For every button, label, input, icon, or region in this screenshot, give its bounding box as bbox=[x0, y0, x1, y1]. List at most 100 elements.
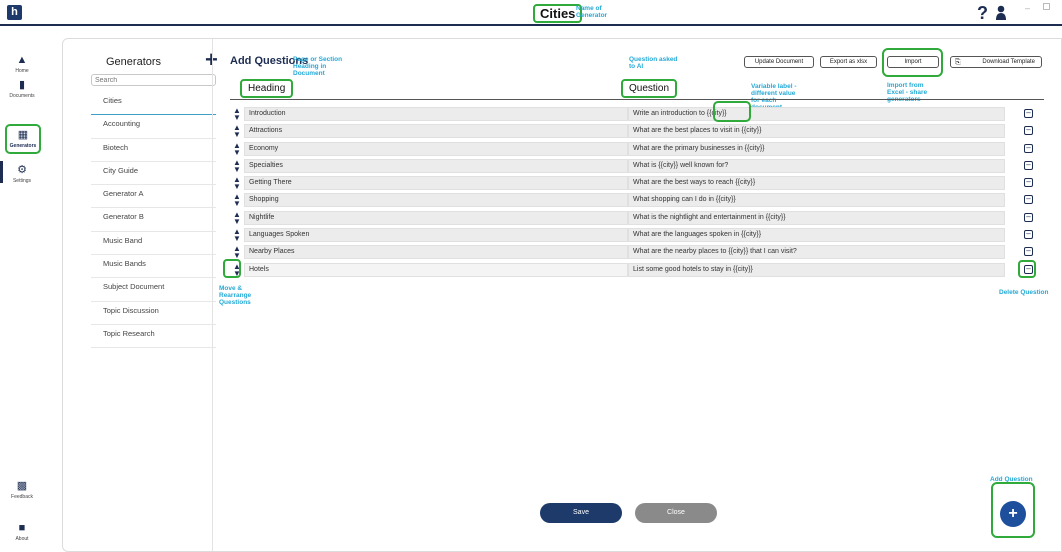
heading-cell[interactable]: Attractions bbox=[244, 124, 628, 139]
download-icon: ⎘ bbox=[955, 59, 961, 66]
heading-cell[interactable]: Hotels bbox=[244, 262, 628, 277]
question-cell[interactable]: What is {{city}} well known for? bbox=[628, 158, 1005, 173]
delete-question-button[interactable]: – bbox=[1024, 195, 1033, 205]
move-handle-icon[interactable]: ▲ ▼ bbox=[232, 193, 242, 208]
move-handle-icon[interactable]: ▲ ▼ bbox=[232, 141, 242, 156]
move-handle-icon[interactable]: ▲ ▼ bbox=[232, 124, 242, 139]
question-row: ▲ ▼ Specialties What is {{city}} well kno… bbox=[232, 158, 1048, 175]
generator-item[interactable]: Music Bands bbox=[91, 255, 216, 279]
question-cell[interactable]: List some good hotels to stay in {{city}… bbox=[628, 262, 1005, 277]
nav-feedback[interactable]: ▩ Feedback bbox=[0, 480, 44, 500]
generator-item[interactable]: City Guide bbox=[91, 162, 216, 186]
generator-title: Cities bbox=[533, 4, 583, 23]
question-cell[interactable]: What are the best places to visit in {{c… bbox=[628, 124, 1005, 139]
heading-cell[interactable]: Introduction bbox=[244, 107, 628, 121]
question-cell[interactable]: What is the nightlight and entertainment… bbox=[628, 210, 1005, 225]
delete-annotation: Delete Question bbox=[999, 289, 1049, 296]
question-row: ▲ ▼ Attractions What are the best places … bbox=[232, 123, 1048, 140]
nav-settings[interactable]: ⚙ Settings bbox=[0, 164, 44, 184]
question-annotation: Question asked to AI bbox=[629, 56, 678, 70]
heading-cell[interactable]: Getting There bbox=[244, 176, 628, 191]
header-divider bbox=[230, 99, 1044, 100]
nav-settings-label: Settings bbox=[12, 178, 32, 184]
generator-item[interactable]: Accounting bbox=[91, 115, 216, 139]
delete-question-button[interactable]: – bbox=[1024, 160, 1033, 170]
generator-item[interactable]: Generator B bbox=[91, 208, 216, 232]
question-cell[interactable]: What shopping can I do in {{city}} bbox=[628, 193, 1005, 208]
nav-about[interactable]: ■ About bbox=[0, 522, 44, 542]
question-cell[interactable]: What are the nearby places to {{city}} t… bbox=[628, 245, 1005, 260]
nav-generators[interactable]: ▦ Generators bbox=[5, 124, 41, 154]
generator-item[interactable]: Topic Discussion bbox=[91, 302, 216, 325]
question-row: ▲ ▼ Economy What are the primary business… bbox=[232, 141, 1048, 158]
close-button[interactable]: Close bbox=[635, 503, 717, 523]
download-template-button[interactable]: ⎘ Download Template bbox=[950, 56, 1042, 68]
import-button[interactable]: Import bbox=[887, 56, 939, 68]
delete-highlight bbox=[1018, 260, 1036, 278]
question-cell[interactable]: What are the best ways to reach {{city}} bbox=[628, 176, 1005, 191]
nav-home[interactable]: ▲ Home bbox=[0, 54, 44, 74]
generator-item[interactable]: Music Band bbox=[91, 232, 216, 256]
generator-item[interactable]: Subject Document bbox=[91, 278, 216, 302]
generator-item[interactable]: Generator A bbox=[91, 185, 216, 209]
question-row: ▲ ▼ Shopping What shopping can I do in {{… bbox=[232, 192, 1048, 209]
delete-question-button[interactable]: – bbox=[1024, 247, 1033, 257]
questions-table: ▲ ▼ Introduction Write an introduction to… bbox=[232, 106, 1048, 279]
nav-documents-label: Documents bbox=[9, 93, 35, 99]
content-panel: Generators + Cities Accounting Biotech C… bbox=[62, 38, 1062, 552]
export-xlsx-button[interactable]: Export as xlsx bbox=[820, 56, 877, 68]
heading-cell[interactable]: Nightlife bbox=[244, 210, 628, 225]
feedback-icon: ▩ bbox=[16, 480, 28, 492]
delete-question-button[interactable]: – bbox=[1024, 230, 1033, 240]
heading-column-header: Heading bbox=[240, 79, 294, 98]
heading-cell[interactable]: Economy bbox=[244, 141, 628, 156]
maximize-icon[interactable] bbox=[1043, 3, 1050, 10]
move-handle-icon[interactable]: ▲ ▼ bbox=[232, 210, 242, 225]
question-icon[interactable]: ? bbox=[977, 3, 988, 24]
left-nav: ▲ Home ▮ Documents ▦ Generators ⚙ Settin… bbox=[0, 28, 44, 552]
app-logo: h bbox=[7, 5, 22, 20]
delete-question-button[interactable]: – bbox=[1024, 178, 1033, 188]
generator-item[interactable]: Topic Research bbox=[91, 325, 216, 349]
delete-question-button[interactable]: – bbox=[1024, 126, 1033, 136]
generators-header: Generators bbox=[106, 56, 162, 68]
move-handle-icon[interactable]: ▲ ▼ bbox=[232, 228, 242, 243]
nav-home-label: Home bbox=[15, 68, 29, 74]
nav-documents[interactable]: ▮ Documents bbox=[0, 79, 44, 99]
heading-cell[interactable]: Shopping bbox=[244, 193, 628, 208]
about-icon: ■ bbox=[18, 522, 26, 534]
move-handle-icon[interactable]: ▲ ▼ bbox=[232, 158, 242, 173]
delete-question-button[interactable]: – bbox=[1024, 212, 1033, 222]
user-icon[interactable] bbox=[995, 5, 1007, 20]
question-cell[interactable]: Write an introduction to {{city}} bbox=[628, 107, 1005, 121]
move-handle-icon[interactable]: ▲ ▼ bbox=[232, 176, 242, 191]
plus-icon: + bbox=[1008, 505, 1018, 522]
question-row: ▲ ▼ Nearby Places What are the nearby pla… bbox=[232, 244, 1048, 261]
save-button[interactable]: Save bbox=[540, 503, 622, 523]
generator-list: Cities Accounting Biotech City Guide Gen… bbox=[91, 92, 216, 349]
heading-cell[interactable]: Nearby Places bbox=[244, 245, 628, 260]
generator-search-input[interactable] bbox=[91, 74, 216, 86]
generator-item[interactable]: Biotech bbox=[91, 139, 216, 162]
delete-question-button[interactable]: – bbox=[1024, 109, 1033, 118]
move-handle-icon[interactable]: ▲ ▼ bbox=[232, 245, 242, 260]
minimize-icon[interactable]: – bbox=[1025, 3, 1030, 13]
variable-highlight bbox=[713, 101, 751, 122]
top-bar: h Cities Name of Generator ? – bbox=[0, 0, 1062, 26]
heading-cell[interactable]: Specialties bbox=[244, 158, 628, 173]
delete-question-button[interactable]: – bbox=[1024, 143, 1033, 153]
title-annotation: Name of Generator bbox=[576, 5, 608, 19]
question-row: ▲ ▼ Getting There What are the best ways … bbox=[232, 175, 1048, 192]
gear-icon: ⚙ bbox=[17, 164, 27, 176]
question-cell[interactable]: What are the languages spoken in {{city}… bbox=[628, 228, 1005, 243]
panel-divider bbox=[212, 39, 213, 551]
heading-cell[interactable]: Languages Spoken bbox=[244, 228, 628, 243]
update-document-button[interactable]: Update Document bbox=[744, 56, 814, 68]
question-row: ▲ ▼ Introduction Write an introduction to… bbox=[232, 106, 1048, 123]
move-handle-icon[interactable]: ▲ ▼ bbox=[232, 107, 242, 122]
question-cell[interactable]: What are the primary businesses in {{cit… bbox=[628, 141, 1005, 156]
question-row: ▲ ▼ Nightlife What is the nightlight and … bbox=[232, 210, 1048, 227]
add-question-button[interactable]: + bbox=[1000, 501, 1026, 527]
generators-panel: Generators + Cities Accounting Biotech C… bbox=[77, 39, 218, 551]
generator-item[interactable]: Cities bbox=[91, 92, 216, 116]
